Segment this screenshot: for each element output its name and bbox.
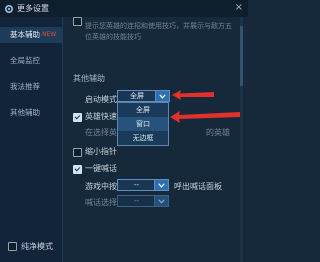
launch-mode-label: 启动模式 (85, 95, 117, 104)
sidebar-item-other-assist[interactable]: 其他辅助 (0, 105, 62, 121)
sidebar-item-basic-assist[interactable]: 基本辅助 NEW (0, 27, 62, 43)
dropdown-button[interactable] (154, 196, 168, 206)
gear-icon (4, 4, 14, 13)
launch-mode-option-fullscreen[interactable]: 全屏 (118, 103, 168, 117)
one-key-shout-checkbox[interactable] (73, 165, 82, 174)
chevron-down-icon (159, 94, 166, 99)
pure-mode-label: 纯净模式 (21, 242, 53, 251)
game-hotkey-value: -- (133, 181, 140, 189)
launch-mode-value: 全屏 (130, 92, 144, 100)
sidebar-item-global-monitor[interactable]: 全局监控 (0, 53, 62, 69)
pure-mode-checkbox[interactable] (8, 242, 17, 251)
faded-checkbox[interactable] (73, 17, 82, 26)
shout-select[interactable]: -- (117, 195, 169, 207)
game-hotkey-suffix: 呼出喊话面板 (174, 182, 222, 191)
new-badge: NEW (42, 31, 57, 38)
dropdown-button[interactable] (154, 180, 168, 190)
dropdown-button[interactable] (155, 91, 169, 101)
chevron-down-icon (158, 183, 165, 188)
launch-mode-menu: 全屏 窗口 无边框 (117, 102, 169, 146)
hero-quick-checkbox[interactable] (73, 113, 82, 122)
sidebar-item-label: 基本辅助 (10, 30, 40, 39)
game-hotkey-label: 游戏中按 (85, 182, 117, 191)
chevron-down-icon (158, 199, 165, 204)
annotation-arrow-icon (172, 90, 214, 100)
pure-mode-toggle[interactable]: 纯净模式 (8, 241, 53, 252)
sidebar-item-recommend[interactable]: 我法推荐 (0, 79, 62, 95)
section-title: 其他辅助 (73, 74, 105, 83)
launch-mode-option-window[interactable]: 窗口 (118, 117, 168, 131)
launch-mode-select[interactable]: 全屏 (117, 90, 170, 102)
faded-description-line-1: 提示您英雄的连招和使用技巧，并展示与敌方五 (85, 22, 232, 30)
close-icon[interactable]: × (235, 2, 243, 14)
one-key-shout-label: 一键喊话 (85, 164, 117, 173)
shout-select-value: -- (133, 197, 140, 205)
title-bar: 更多设置 × (0, 0, 248, 17)
sidebar-item-label: 全局监控 (10, 56, 40, 65)
faded-description-line-2: 位英雄的技能技巧 (85, 33, 141, 41)
hero-quick-label: 英雄快速 (85, 112, 117, 121)
hero-quick-hint-tail: 的英雄 (206, 128, 230, 137)
hero-quick-hint: 在选择英 (85, 128, 117, 137)
shout-select-label: 喊话选择 (85, 198, 117, 207)
sidebar-item-label: 我法推荐 (10, 82, 40, 91)
window-title: 更多设置 (17, 4, 49, 13)
mini-map-checkbox[interactable] (73, 148, 82, 157)
sidebar: 基本辅助 NEW 全局监控 我法推荐 其他辅助 (0, 17, 63, 262)
launch-mode-option-borderless[interactable]: 无边框 (118, 131, 168, 145)
mini-map-label: 缩小指针 (85, 147, 117, 156)
sidebar-item-label: 其他辅助 (10, 108, 40, 117)
annotation-arrow-icon (170, 111, 240, 123)
game-hotkey-select[interactable]: -- (117, 179, 169, 191)
